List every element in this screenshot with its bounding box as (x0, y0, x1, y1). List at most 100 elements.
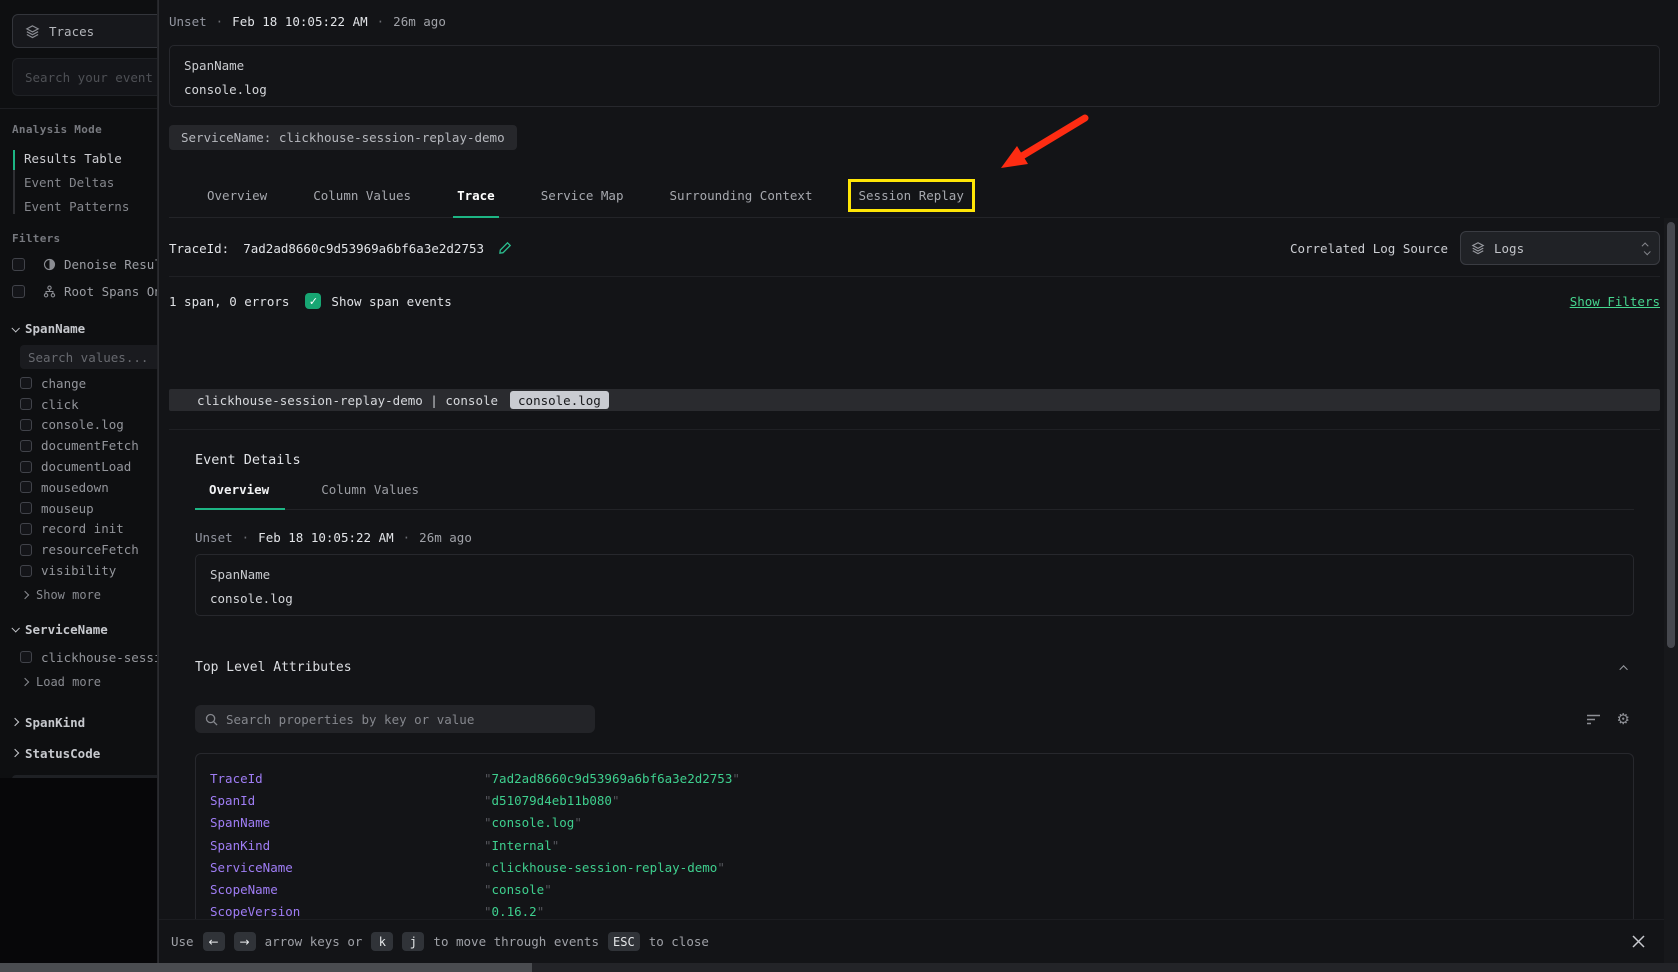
option-checkbox[interactable] (20, 377, 32, 389)
spanname-values-search-input[interactable] (28, 350, 158, 365)
option-checkbox[interactable] (20, 544, 32, 556)
attributes-search-input[interactable] (226, 712, 585, 727)
span-name-card: SpanName console.log (195, 554, 1634, 616)
layers-icon (25, 24, 40, 39)
option-checkbox[interactable] (20, 651, 32, 663)
spanname-option[interactable]: change (20, 373, 158, 394)
denoise-label: Denoise Result (64, 257, 158, 272)
event-details-tab-overview[interactable]: Overview (209, 476, 269, 509)
spanname-option[interactable]: documentFetch (20, 435, 158, 456)
attribute-key: SpanId (210, 793, 484, 808)
filter-group-spanname[interactable]: SpanName (12, 321, 158, 336)
attributes-search[interactable] (195, 705, 595, 733)
tab-session-replay[interactable]: Session Replay (859, 188, 964, 217)
k-key: k (371, 932, 393, 951)
filter-group-servicename[interactable]: ServiceName (12, 622, 158, 637)
gear-icon[interactable]: ⚙ (1617, 712, 1630, 727)
event-timestamp: Feb 18 10:05:22 AM (258, 530, 393, 545)
attribute-value: d51079d4eb11b080 (484, 793, 619, 808)
waterfall-span-row[interactable]: clickhouse-session-replay-demo | console… (169, 389, 1660, 411)
option-checkbox[interactable] (20, 565, 32, 577)
tab-overview[interactable]: Overview (207, 188, 267, 217)
denoise-results-toggle[interactable]: Denoise Result (12, 251, 158, 278)
attribute-key: SpanKind (210, 838, 484, 853)
close-panel-button[interactable] (1631, 934, 1646, 949)
attribute-value: clickhouse-session-replay-demo (484, 860, 725, 875)
option-checkbox[interactable] (20, 440, 32, 452)
option-checkbox[interactable] (20, 461, 32, 473)
spanname-option[interactable]: console.log (20, 415, 158, 436)
show-span-events-label[interactable]: Show span events (331, 294, 451, 309)
attribute-value: 7ad2ad8660c9d53969a6bf6a3e2d2753 (484, 771, 740, 786)
analysis-mode-results-table[interactable]: Results Table (24, 146, 158, 170)
spanname-option[interactable]: documentLoad (20, 456, 158, 477)
separator-dot: · (216, 14, 224, 29)
attribute-row[interactable]: SpanNameconsole.log (210, 812, 1633, 834)
spanname-option[interactable]: click (20, 394, 158, 415)
spanname-values-search[interactable] (20, 345, 158, 369)
trace-toolbar: TraceId: 7ad2ad8660c9d53969a6bf6a3e2d275… (169, 230, 1660, 266)
option-checkbox[interactable] (20, 502, 32, 514)
log-source-select[interactable]: Logs (1460, 231, 1660, 265)
top-level-attributes-header[interactable]: Top Level Attributes (195, 660, 1634, 675)
filter-lines-icon[interactable] (1586, 713, 1601, 726)
option-label: mouseup (41, 501, 94, 516)
sidebar: Traces Analysis Mode Results Table Event… (0, 0, 158, 963)
option-checkbox[interactable] (20, 419, 32, 431)
event-status-line: Unset · Feb 18 10:05:22 AM · 26m ago (169, 12, 1660, 30)
layers-icon (1471, 241, 1485, 255)
attribute-row[interactable]: TraceId7ad2ad8660c9d53969a6bf6a3e2d2753 (210, 767, 1633, 789)
collapse-chevron-up-icon[interactable] (1619, 665, 1627, 673)
chevron-right-icon (11, 718, 19, 726)
attribute-value: 0.16.2 (484, 904, 544, 919)
filter-group-spankind[interactable]: SpanKind (12, 715, 158, 730)
attribute-row[interactable]: ServiceNameclickhouse-session-replay-dem… (210, 856, 1633, 878)
tab-service-map[interactable]: Service Map (541, 188, 624, 217)
option-checkbox[interactable] (20, 398, 32, 410)
spanname-option[interactable]: mouseup (20, 498, 158, 519)
service-name-chip[interactable]: ServiceName: clickhouse-session-replay-d… (169, 125, 517, 150)
source-selector-label: Traces (49, 24, 94, 39)
edit-pencil-icon[interactable] (498, 241, 512, 255)
sidebar-search[interactable] (12, 58, 158, 96)
analysis-mode-event-deltas[interactable]: Event Deltas (24, 170, 158, 194)
separator-dot: · (377, 14, 385, 29)
event-details-tab-column-values[interactable]: Column Values (321, 476, 419, 509)
separator-dot: · (242, 530, 250, 545)
spanname-option[interactable]: visibility (20, 560, 158, 581)
root-spans-checkbox[interactable] (12, 285, 25, 298)
source-selector-button[interactable]: Traces (12, 14, 158, 48)
attribute-row[interactable]: SpanKindInternal (210, 834, 1633, 856)
option-checkbox[interactable] (20, 523, 32, 535)
filter-group-statuscode[interactable]: StatusCode (12, 746, 158, 761)
denoise-checkbox[interactable] (12, 258, 25, 271)
horizontal-scrollbar-thumb[interactable] (0, 963, 532, 972)
option-label: documentFetch (41, 438, 139, 453)
analysis-mode-event-patterns[interactable]: Event Patterns (24, 194, 158, 218)
attribute-key: ScopeVersion (210, 904, 484, 919)
servicename-option[interactable]: clickhouse-sessi (20, 647, 158, 668)
option-checkbox[interactable] (20, 481, 32, 493)
root-spans-toggle[interactable]: Root Spans Onl (12, 278, 158, 305)
horizontal-scrollbar-track[interactable] (0, 963, 1678, 972)
spanname-show-more[interactable]: Show more (22, 584, 158, 606)
spanname-option[interactable]: record init (20, 519, 158, 540)
attribute-row[interactable]: ScopeNameconsole (210, 878, 1633, 900)
attribute-row[interactable]: SpanIdd51079d4eb11b080 (210, 789, 1633, 811)
tab-column-values[interactable]: Column Values (313, 188, 411, 217)
tab-surrounding-context[interactable]: Surrounding Context (670, 188, 813, 217)
spanname-option[interactable]: mousedown (20, 477, 158, 498)
show-filters-link[interactable]: Show Filters (1570, 294, 1660, 309)
spanname-option[interactable]: resourceFetch (20, 539, 158, 560)
right-arrow-key: → (234, 932, 256, 951)
panel-tabs: Overview Column Values Trace Service Map… (169, 180, 1660, 218)
servicename-load-more[interactable]: Load more (22, 671, 158, 693)
show-span-events-checkbox[interactable]: ✓ (305, 293, 321, 309)
tab-trace[interactable]: Trace (457, 188, 495, 217)
event-relative-time: 26m ago (393, 14, 446, 29)
show-more-label: Show more (36, 588, 101, 602)
option-label: visibility (41, 563, 116, 578)
sidebar-search-input[interactable] (25, 70, 158, 85)
trace-id-value: 7ad2ad8660c9d53969a6bf6a3e2d2753 (243, 241, 484, 256)
panel-scrollbar-thumb[interactable] (1667, 222, 1675, 648)
